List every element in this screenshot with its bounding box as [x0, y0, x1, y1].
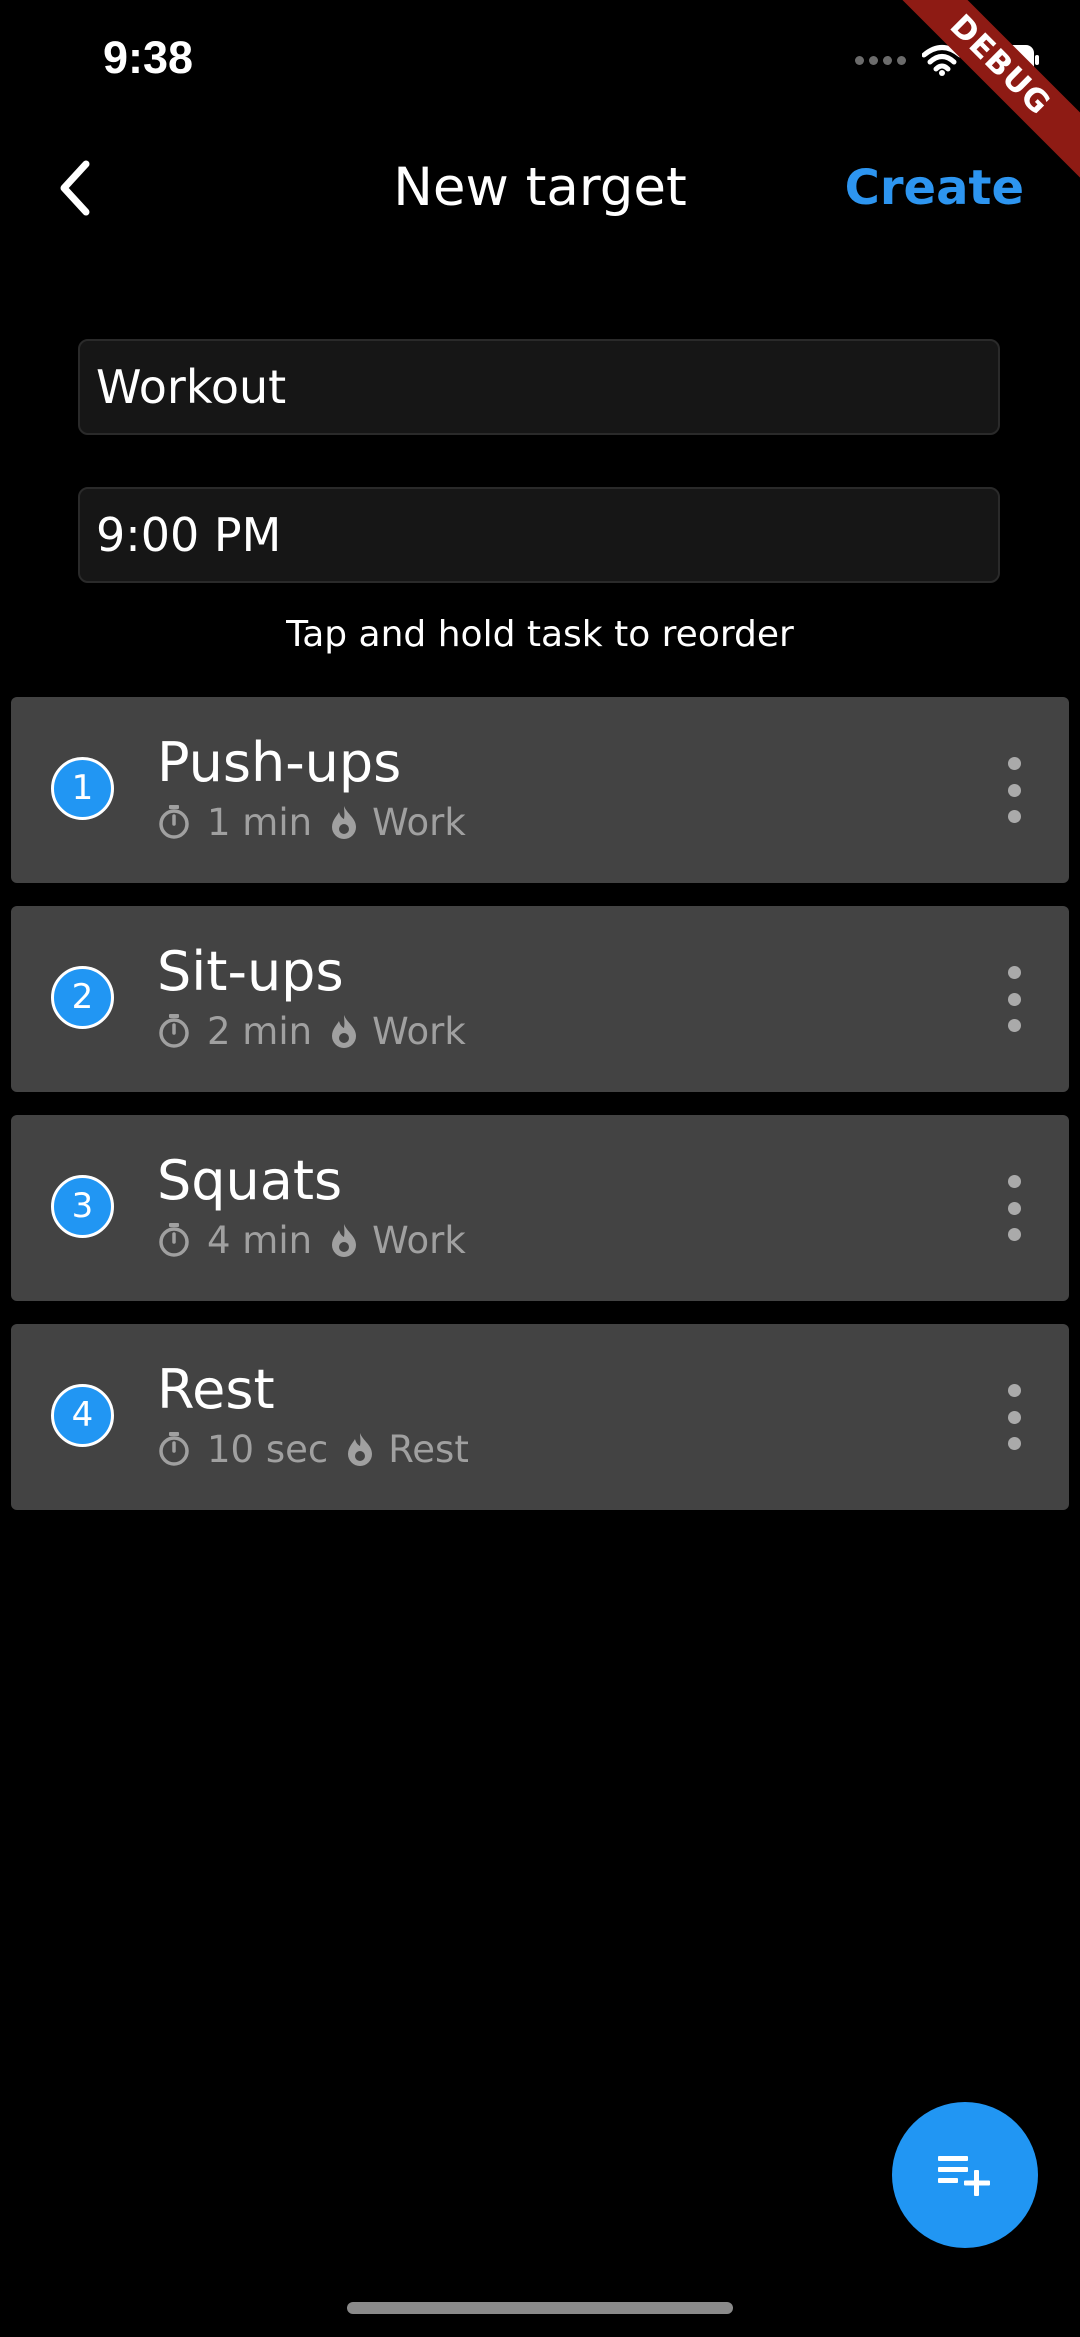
task-duration: 2 min — [207, 1009, 313, 1053]
task-name: Push-ups — [157, 731, 402, 794]
task-card-sit-ups[interactable]: 2 Sit-ups 2 min Work — [11, 906, 1069, 1092]
playlist-add-icon — [938, 2156, 990, 2196]
task-number-badge: 2 — [51, 966, 114, 1029]
task-number-badge: 3 — [51, 1175, 114, 1238]
task-meta: 4 min Work — [157, 1215, 466, 1265]
fire-icon — [330, 1222, 358, 1258]
task-name: Squats — [157, 1149, 343, 1212]
task-type: Work — [372, 800, 466, 844]
more-vertical-icon[interactable] — [999, 1384, 1029, 1450]
timer-icon — [157, 1013, 191, 1049]
task-duration: 4 min — [207, 1218, 313, 1262]
add-task-button[interactable] — [892, 2102, 1038, 2248]
task-meta: 1 min Work — [157, 797, 466, 847]
task-duration: 10 sec — [207, 1427, 329, 1471]
status-time: 9:38 — [103, 32, 194, 83]
task-type: Rest — [388, 1427, 469, 1471]
task-number-badge: 4 — [51, 1384, 114, 1447]
fire-icon — [330, 804, 358, 840]
task-type: Work — [372, 1218, 466, 1262]
task-duration: 1 min — [207, 800, 313, 844]
target-name-input[interactable] — [78, 339, 1000, 435]
task-card-rest[interactable]: 4 Rest 10 sec Rest — [11, 1324, 1069, 1510]
task-meta: 2 min Work — [157, 1006, 466, 1056]
more-vertical-icon[interactable] — [999, 757, 1029, 823]
task-type: Work — [372, 1009, 466, 1053]
fire-icon — [346, 1431, 374, 1467]
task-meta: 10 sec Rest — [157, 1424, 469, 1474]
fire-icon — [330, 1013, 358, 1049]
cellular-signal-icon — [855, 55, 906, 65]
timer-icon — [157, 1431, 191, 1467]
timer-icon — [157, 804, 191, 840]
create-button[interactable]: Create — [845, 150, 1024, 226]
home-indicator — [347, 2302, 733, 2314]
more-vertical-icon[interactable] — [999, 1175, 1029, 1241]
timer-icon — [157, 1222, 191, 1258]
task-card-squats[interactable]: 3 Squats 4 min Work — [11, 1115, 1069, 1301]
task-list: 1 Push-ups 1 min Work 2 Sit-ups 2 min Wo… — [11, 697, 1069, 1533]
reorder-hint: Tap and hold task to reorder — [286, 614, 794, 655]
task-name: Sit-ups — [157, 940, 344, 1003]
more-vertical-icon[interactable] — [999, 966, 1029, 1032]
task-name: Rest — [157, 1358, 275, 1421]
target-time-input[interactable] — [78, 487, 1000, 583]
task-card-push-ups[interactable]: 1 Push-ups 1 min Work — [11, 697, 1069, 883]
task-number-badge: 1 — [51, 757, 114, 820]
